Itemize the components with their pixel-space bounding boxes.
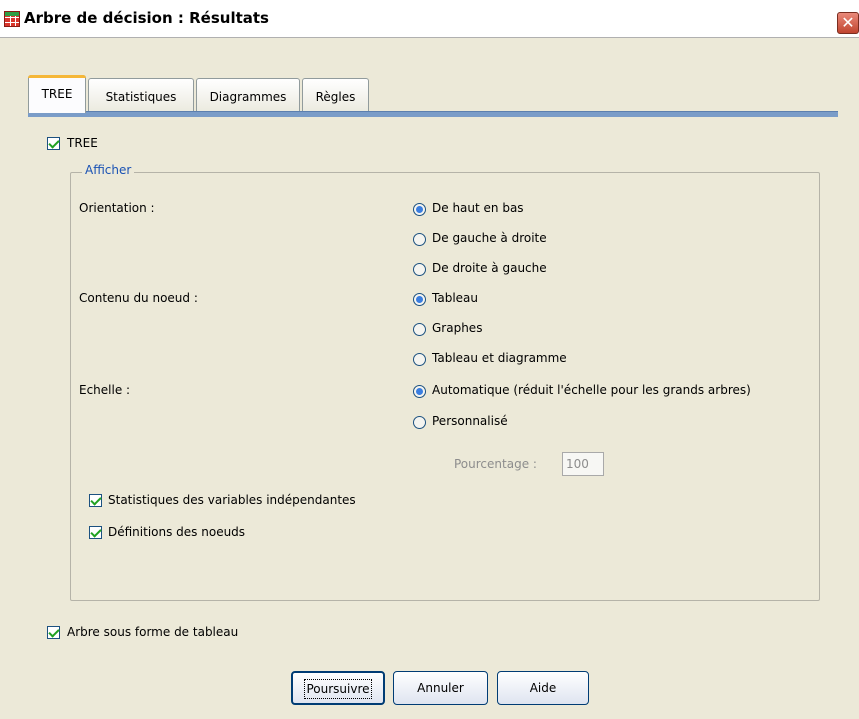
orientation-left-right-label: De gauche à droite <box>432 231 547 245</box>
node-content-table-label: Tableau <box>432 291 478 305</box>
dialog-window: Arbre de décision : Résultats ✕ TREE Sta… <box>0 0 859 719</box>
display-group-legend: Afficher <box>82 163 135 177</box>
node-content-graphs-label: Graphes <box>432 321 483 335</box>
tree-checkbox-label: TREE <box>67 136 98 150</box>
tree-as-table-checkbox[interactable] <box>47 626 60 639</box>
window-title: Arbre de décision : Résultats <box>24 9 269 27</box>
tab-label: Statistiques <box>105 90 177 104</box>
orientation-right-left-label: De droite à gauche <box>432 261 547 275</box>
scale-label: Echelle : <box>79 383 131 397</box>
cancel-button[interactable]: Annuler <box>393 671 488 705</box>
orientation-top-down-label: De haut en bas <box>432 201 524 215</box>
active-tab-highlight <box>28 75 86 78</box>
tab-tree[interactable]: TREE <box>28 75 86 113</box>
percentage-input[interactable]: 100 <box>562 452 604 476</box>
tree-checkbox[interactable] <box>47 137 60 150</box>
tab-regles[interactable]: Règles <box>302 78 369 112</box>
scale-automatic-label: Automatique (réduit l'échelle pour les g… <box>432 383 751 397</box>
percentage-label: Pourcentage : <box>454 457 537 471</box>
tree-as-table-label: Arbre sous forme de tableau <box>67 625 239 639</box>
tab-label: TREE <box>41 87 73 101</box>
tab-label: Diagrammes <box>209 90 287 104</box>
orientation-left-right-radio[interactable] <box>413 233 426 246</box>
orientation-label: Orientation : <box>79 201 155 215</box>
node-content-table-chart-label: Tableau et diagramme <box>432 351 567 365</box>
title-bar: Arbre de décision : Résultats ✕ <box>0 0 859 38</box>
tab-diagrammes[interactable]: Diagrammes <box>196 78 300 112</box>
tab-panel-top-rule <box>28 111 838 117</box>
help-button[interactable]: Aide <box>497 671 589 705</box>
tab-label: Règles <box>315 90 356 104</box>
tab-statistiques[interactable]: Statistiques <box>88 78 194 112</box>
continue-button-label: Poursuivre <box>304 679 372 699</box>
scale-custom-radio[interactable] <box>413 416 426 429</box>
close-button[interactable]: ✕ <box>837 12 859 34</box>
scale-automatic-radio[interactable] <box>413 385 426 398</box>
orientation-right-left-radio[interactable] <box>413 263 426 276</box>
node-content-label: Contenu du noeud : <box>79 291 198 305</box>
independent-stats-checkbox[interactable] <box>89 494 102 507</box>
independent-stats-label: Statistiques des variables indépendantes <box>108 493 356 507</box>
node-definitions-checkbox[interactable] <box>89 526 102 539</box>
continue-button[interactable]: Poursuivre <box>291 671 385 705</box>
node-content-table-chart-radio[interactable] <box>413 353 426 366</box>
app-table-icon <box>4 11 20 27</box>
node-content-graphs-radio[interactable] <box>413 323 426 336</box>
node-definitions-label: Définitions des noeuds <box>108 525 246 539</box>
orientation-top-down-radio[interactable] <box>413 203 426 216</box>
node-content-table-radio[interactable] <box>413 293 426 306</box>
scale-custom-label: Personnalisé <box>432 414 508 428</box>
